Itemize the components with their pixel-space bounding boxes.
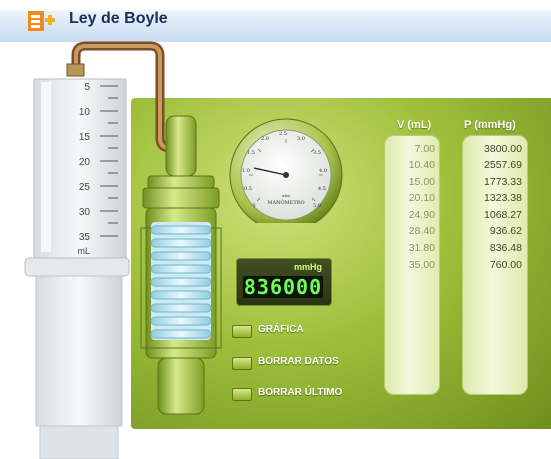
gauge-tick-label: 2.5	[279, 131, 287, 137]
gauge-tick-label: 0.5	[244, 186, 252, 192]
pressure-cell: 836.48	[489, 242, 522, 254]
scale-label: 10	[79, 107, 91, 118]
borrar-ultimo-button-lamp[interactable]	[232, 388, 252, 401]
grafica-button-label[interactable]: GRÁFICA	[258, 324, 304, 335]
volume-cell: 31.80	[408, 242, 435, 254]
scale-label: 30	[79, 207, 91, 218]
pressure-cell: 936.62	[489, 225, 522, 237]
gauge-hub	[283, 172, 289, 178]
pressure-cell: 1068.27	[484, 209, 522, 221]
gauge-tick-label: 3.5	[313, 150, 321, 156]
volume-cell: 10.40	[408, 159, 435, 171]
spring-coil	[150, 222, 212, 340]
volume-cell: 28.40	[408, 225, 435, 237]
volume-cell: 24.90	[408, 209, 435, 221]
pressure-cell: 760.00	[489, 259, 522, 271]
pressure-cell: 3800.00	[484, 143, 522, 155]
grafica-button-lamp[interactable]	[232, 325, 252, 338]
gauge-tick-label: 4.5	[318, 186, 326, 192]
borrar-datos-button-label[interactable]: BORRAR DATOS	[258, 356, 339, 367]
syringe-nozzle	[66, 63, 85, 77]
syringe-plunger	[35, 275, 123, 427]
lcd-screen: 836000	[243, 276, 323, 298]
pressure-display: mmHg 836000	[236, 258, 332, 306]
gauge-tick-label: 1.5	[247, 150, 255, 156]
volume-cell: 15.00	[408, 176, 435, 188]
borrar-datos-button-lamp[interactable]	[232, 357, 252, 370]
volume-header: V (mL)	[397, 119, 432, 131]
volume-cell: 20.10	[408, 192, 435, 204]
gauge-label: MANÓMETRO	[267, 198, 304, 206]
scale-unit: mL	[77, 246, 90, 256]
scale-label: 5	[84, 82, 90, 93]
pressure-gauge: 0 0.5 1.0 1.5 2.0 2.5 3.0 3.5 4.0 4.5 5.…	[229, 118, 343, 223]
display-unit: mmHg	[293, 262, 322, 272]
gauge-unit: atm	[282, 193, 290, 198]
volume-cell: 7.00	[414, 143, 435, 155]
gauge-tick-label: 2.0	[261, 136, 269, 142]
scale-label: 25	[79, 182, 91, 193]
pressure-header: P (mmHg)	[464, 119, 516, 131]
pressure-cell: 1323.38	[484, 192, 522, 204]
gauge-tick-label: 1.0	[242, 168, 250, 174]
scale-label: 35	[79, 232, 91, 243]
lcd-value: 836000	[243, 275, 323, 299]
gauge-tick-label: 4.0	[319, 168, 327, 174]
borrar-ultimo-button-label[interactable]: BORRAR ÚLTIMO	[258, 387, 342, 398]
scale-label: 15	[79, 132, 91, 143]
scale-label: 20	[79, 157, 91, 168]
gauge-tick-label: 0	[252, 203, 255, 209]
pressure-cell: 1773.33	[484, 176, 522, 188]
pressure-cell: 2557.69	[484, 159, 522, 171]
gauge-tick-label: 3.0	[297, 136, 305, 142]
gauge-tick-label: 5.0	[313, 203, 321, 209]
volume-cell: 35.00	[408, 259, 435, 271]
